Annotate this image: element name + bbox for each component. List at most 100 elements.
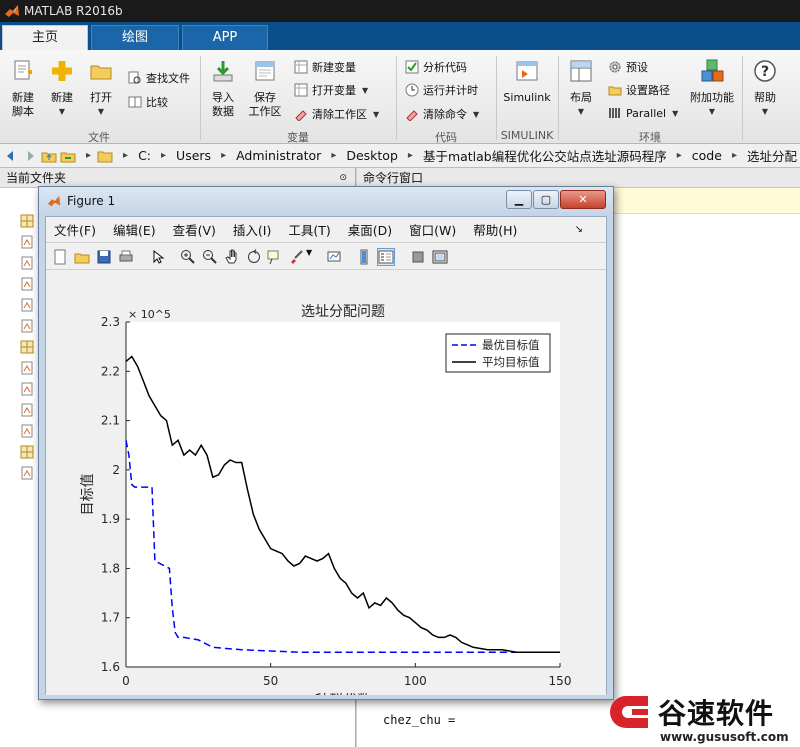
chart-title: 选址分配问题 (301, 304, 385, 320)
breadcrumb-desktop[interactable]: Desktop (346, 148, 398, 163)
gear-icon (609, 61, 621, 73)
brush-icon[interactable] (288, 249, 304, 265)
clear-commands-button[interactable]: 清除命令 ▼ (405, 106, 479, 122)
link-plot-icon[interactable] (326, 249, 342, 265)
print-icon[interactable] (118, 249, 134, 265)
minimize-button[interactable]: ▁ (506, 190, 532, 209)
command-window-header: 命令行窗口 (357, 168, 800, 188)
save-icon[interactable] (96, 249, 112, 265)
legend-icon[interactable] (377, 248, 395, 266)
y-tick-label: 1.7 (101, 611, 120, 625)
command-window-title: 命令行窗口 (363, 171, 424, 185)
new-variable-button[interactable]: 新建变量 (294, 59, 356, 75)
fig-file-icon[interactable] (20, 214, 34, 228)
line-chart[interactable]: 0 50 100 150 1.6 1.7 1.8 1.9 2 2.1 2.2 2.3 × 10^5 选址分… (46, 271, 606, 709)
save-workspace-button[interactable]: 保存 工作区 (246, 58, 284, 119)
select-pointer-icon[interactable] (150, 249, 166, 265)
panel-menu-icon[interactable]: ⊙ (339, 168, 347, 188)
menu-window[interactable]: 窗口(W) (409, 220, 456, 239)
help-icon: ? (754, 60, 776, 82)
breadcrumb-project[interactable]: 基于matlab编程优化公交站点选址源码程序 (423, 146, 667, 165)
m-file-icon[interactable] (20, 277, 34, 291)
m-file-icon[interactable] (20, 424, 34, 438)
m-file-icon[interactable] (20, 298, 34, 312)
m-file-icon[interactable] (20, 256, 34, 270)
matlab-logo-icon (5, 5, 19, 17)
clear-workspace-button[interactable]: 清除工作区 ▼ (294, 106, 379, 122)
menu-view[interactable]: 查看(V) (173, 220, 216, 239)
colorbar-icon[interactable] (356, 249, 372, 265)
menu-edit[interactable]: 编辑(E) (113, 220, 156, 239)
open-variable-button[interactable]: 打开变量 ▼ (294, 82, 368, 98)
tab-home[interactable]: 主页 (2, 25, 88, 50)
tab-apps[interactable]: APP (182, 25, 268, 50)
maximize-button[interactable]: ▢ (533, 190, 559, 209)
run-and-time-button[interactable]: 运行并计时 (405, 82, 478, 98)
hide-plot-tools-icon[interactable] (410, 249, 426, 265)
simulink-button[interactable]: Simulink (502, 58, 552, 105)
addons-button[interactable]: 附加功能 ▼ (688, 58, 736, 119)
breadcrumb-current[interactable]: 选址分配 (747, 146, 797, 165)
rotate-3d-icon[interactable] (246, 249, 262, 265)
menu-desktop[interactable]: 桌面(D) (348, 220, 392, 239)
crumb-separator-icon: ▸ (676, 150, 682, 161)
plot-area: 0 50 100 150 1.6 1.7 1.8 1.9 2 2.1 2.2 2.3 × 10^5 选址分… (46, 271, 606, 709)
m-file-icon[interactable] (20, 382, 34, 396)
find-files-button[interactable]: 查找文件 (128, 70, 190, 86)
show-plot-tools-icon[interactable] (432, 249, 448, 265)
zoom-in-icon[interactable] (180, 249, 196, 265)
fig-file-icon[interactable] (20, 445, 34, 459)
dock-arrow-icon[interactable]: ↘ (575, 224, 583, 235)
figure-window: Figure 1 ▁ ▢ ✕ 文件(F) 编辑(E) 查看(V) 插入(I) 工… (38, 186, 614, 709)
m-file-icon[interactable] (20, 466, 34, 480)
new-button[interactable]: 新建 ▼ (45, 58, 79, 119)
preferences-button[interactable]: 预设 (608, 59, 648, 75)
help-button[interactable]: ? 帮助 ▼ (748, 58, 782, 119)
fig-file-icon[interactable] (20, 340, 34, 354)
analyze-code-icon (405, 60, 419, 74)
chevron-down-icon[interactable]: ▼ (306, 248, 312, 257)
m-file-icon[interactable] (20, 403, 34, 417)
back-arrow-icon[interactable] (3, 148, 19, 164)
breadcrumb-administrator[interactable]: Administrator (236, 148, 321, 163)
x-tick-label: 0 (122, 674, 130, 688)
breadcrumb-code[interactable]: code (692, 148, 722, 163)
current-folder-title: 当前文件夹 (6, 171, 67, 185)
m-file-icon[interactable] (20, 361, 34, 375)
new-script-button[interactable]: 新建 脚本 (6, 58, 40, 119)
folder-icon (608, 86, 622, 96)
breadcrumb-users[interactable]: Users (176, 148, 211, 163)
figure-titlebar[interactable]: Figure 1 ▁ ▢ ✕ (39, 187, 613, 215)
layout-button[interactable]: 布局 ▼ (564, 58, 598, 119)
forward-arrow-icon[interactable] (22, 148, 38, 164)
parallel-button[interactable]: Parallel ▼ (608, 106, 678, 120)
close-button[interactable]: ✕ (560, 190, 606, 209)
pan-hand-icon[interactable] (224, 249, 240, 265)
y-tick-label: 1.8 (101, 561, 120, 575)
m-file-icon[interactable] (20, 319, 34, 333)
data-cursor-icon[interactable] (266, 249, 282, 265)
up-folder-icon[interactable] (41, 148, 57, 164)
group-label-file: 文件 (88, 131, 110, 144)
command-output[interactable]: chez_chu = (383, 713, 455, 727)
menu-help[interactable]: 帮助(H) (473, 220, 517, 239)
menu-insert[interactable]: 插入(I) (233, 220, 271, 239)
breadcrumb-drive[interactable]: C: (138, 148, 151, 163)
m-file-icon[interactable] (20, 235, 34, 249)
analyze-code-button[interactable]: 分析代码 (405, 59, 467, 75)
menu-file[interactable]: 文件(F) (54, 220, 96, 239)
folder-open-icon (90, 65, 112, 80)
menu-tools[interactable]: 工具(T) (288, 220, 330, 239)
set-path-button[interactable]: 设置路径 (608, 82, 670, 98)
browse-folder-icon[interactable] (60, 148, 76, 164)
ribbon-separator (200, 56, 201, 140)
y-exponent-label: × 10^5 (128, 308, 171, 321)
compare-button[interactable]: 比较 (128, 94, 168, 110)
new-figure-icon[interactable] (52, 249, 68, 265)
tab-plots[interactable]: 绘图 (91, 25, 179, 50)
open-button[interactable]: 打开 ▼ (84, 58, 118, 119)
zoom-out-icon[interactable] (202, 249, 218, 265)
open-file-icon[interactable] (74, 249, 90, 265)
chevron-down-icon: ▼ (473, 109, 480, 119)
import-data-button[interactable]: 导入 数据 (206, 58, 240, 119)
